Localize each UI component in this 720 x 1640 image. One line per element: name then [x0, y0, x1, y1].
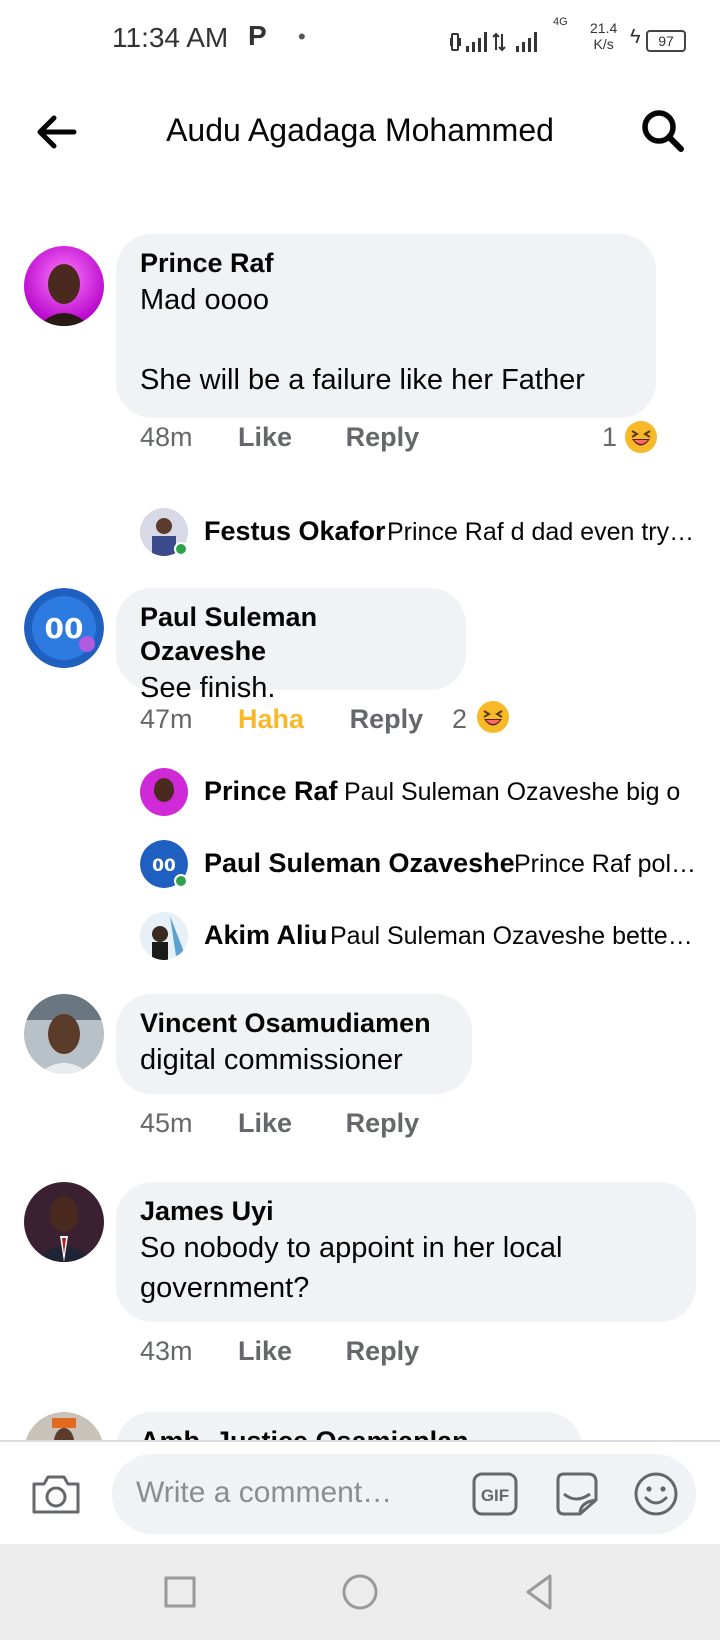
haha-reaction-button[interactable]: Haha	[238, 704, 304, 734]
comment-composer: Write a comment… GIF	[0, 1440, 720, 1544]
reply-text: Prince Raf pol…	[514, 850, 697, 878]
comment-bubble[interactable]: Amb. Justice Osamiaplan Godfrey	[116, 1412, 582, 1440]
avatar[interactable]	[24, 1182, 104, 1262]
reply-preview[interactable]: 00 Paul Suleman Ozaveshe Prince Raf pol…	[140, 840, 700, 890]
svg-text:00: 00	[45, 612, 84, 645]
comment-author[interactable]: Amb. Justice Osamiaplan Godfrey	[140, 1424, 558, 1440]
header: Audu Agadaga Mohammed	[0, 80, 720, 180]
status-bar: 11:34 AM P • 4G 21.4 K/s ϟ 97	[0, 0, 720, 80]
reply-button[interactable]: Reply	[346, 422, 420, 452]
comment-bubble[interactable]: James Uyi So nobody to appoint in her lo…	[116, 1182, 696, 1322]
camera-icon[interactable]	[30, 1470, 82, 1516]
comment-bubble[interactable]: Paul Suleman Ozaveshe See finish.	[116, 588, 466, 704]
signal-icon	[450, 32, 537, 52]
online-status-dot	[174, 542, 188, 556]
status-time: 11:34 AM	[112, 22, 229, 53]
comment-item: Amb. Justice Osamiaplan Godfrey	[0, 1412, 720, 1440]
system-navigation-bar	[0, 1544, 720, 1640]
sticker-icon[interactable]	[552, 1470, 600, 1518]
comment-author[interactable]: Paul Suleman Ozaveshe	[140, 600, 442, 668]
page-title: Audu Agadaga Mohammed	[166, 112, 554, 148]
avatar[interactable]	[24, 994, 104, 1074]
notification-dot: •	[298, 24, 306, 49]
reply-author: Prince Raf	[204, 776, 338, 806]
reply-preview[interactable]: Festus Okafor Prince Raf d dad even try…	[140, 508, 700, 558]
comment-author[interactable]: James Uyi	[140, 1194, 672, 1228]
emoji-icon[interactable]	[632, 1470, 680, 1518]
comment-bubble[interactable]: Vincent Osamudiamen digital commissioner	[116, 994, 472, 1094]
reply-text: Prince Raf d dad even try…	[387, 518, 695, 546]
avatar[interactable]: 00	[24, 588, 104, 668]
like-button[interactable]: Like	[238, 1108, 292, 1138]
avatar	[140, 768, 188, 816]
comment-time: 47m	[140, 704, 193, 734]
avatar[interactable]	[24, 1412, 104, 1440]
reply-author: Festus Okafor	[204, 516, 386, 546]
gif-label: GIF	[481, 1486, 509, 1505]
back-nav-icon[interactable]	[518, 1570, 562, 1614]
comment-time: 43m	[140, 1336, 193, 1366]
comment-author[interactable]: Vincent Osamudiamen	[140, 1006, 448, 1040]
svg-text:00: 00	[152, 856, 176, 876]
battery-icon: 97	[646, 30, 686, 52]
comment-input[interactable]: Write a comment… GIF	[112, 1454, 696, 1534]
reply-preview[interactable]: Akim Aliu Paul Suleman Ozaveshe bette…	[140, 912, 700, 962]
like-button[interactable]: Like	[238, 422, 292, 452]
laughing-emoji-icon[interactable]	[624, 420, 658, 454]
reaction-count[interactable]: 2	[452, 704, 467, 735]
speed-value: 21.4	[590, 20, 618, 36]
comment-text: Mad oooo She will be a failure like her …	[140, 284, 585, 396]
comment-text: digital commissioner	[140, 1044, 403, 1076]
comment-actions: 45m Like Reply	[140, 1108, 419, 1139]
charging-icon: ϟ	[630, 26, 641, 48]
reply-author: Paul Suleman Ozaveshe	[204, 848, 515, 878]
comment-placeholder: Write a comment…	[136, 1476, 393, 1509]
parking-notification-icon: P	[248, 20, 267, 51]
laughing-emoji-icon[interactable]	[476, 700, 510, 734]
like-button[interactable]: Like	[238, 1336, 292, 1366]
comment-text: See finish.	[140, 672, 276, 704]
network-speed: 21.4 K/s	[590, 20, 617, 52]
online-status-dot	[174, 874, 188, 888]
reply-text: Paul Suleman Ozaveshe bette…	[330, 922, 693, 950]
comment-actions: 47m Haha Reply	[140, 704, 423, 735]
comment-text: So nobody to appoint in her local govern…	[140, 1232, 571, 1304]
reply-text: Paul Suleman Ozaveshe big o	[344, 778, 681, 806]
recent-apps-icon[interactable]	[158, 1570, 202, 1614]
reply-button[interactable]: Reply	[350, 704, 424, 734]
reply-author: Akim Aliu	[204, 920, 328, 950]
avatar	[140, 912, 188, 960]
gif-icon[interactable]: GIF	[472, 1472, 518, 1516]
speed-unit: K/s	[593, 36, 614, 52]
comment-actions: 48m Like Reply	[140, 422, 419, 453]
network-type: 4G	[553, 16, 568, 28]
reaction-count[interactable]: 1	[602, 422, 617, 453]
reply-button[interactable]: Reply	[346, 1108, 420, 1138]
search-icon[interactable]	[638, 106, 688, 156]
avatar[interactable]	[24, 246, 104, 326]
reply-button[interactable]: Reply	[346, 1336, 420, 1366]
comment-bubble[interactable]: Prince Raf Mad oooo She will be a failur…	[116, 234, 656, 418]
comment-author[interactable]: Prince Raf	[140, 246, 632, 280]
home-icon[interactable]	[338, 1570, 382, 1614]
comment-actions: 43m Like Reply	[140, 1336, 419, 1367]
reply-preview[interactable]: Prince Raf Paul Suleman Ozaveshe big o	[140, 768, 700, 818]
comment-time: 48m	[140, 422, 193, 452]
comment-time: 45m	[140, 1108, 193, 1138]
